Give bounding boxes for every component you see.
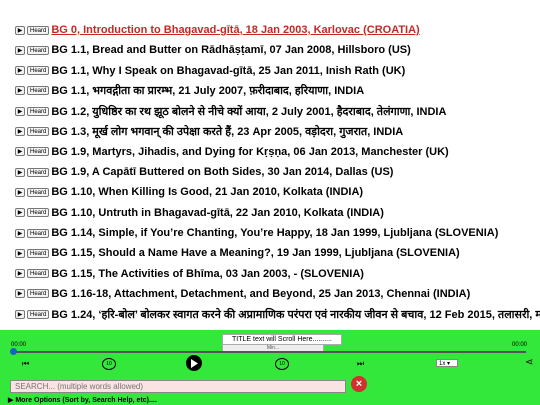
skip-previous-icon[interactable]: ⏮	[22, 359, 29, 369]
list-item: ▶ Heard BG 1.1, भगवद्गीता का प्रारम्भ, 21 …	[15, 83, 364, 99]
lecture-title[interactable]: BG 1.10, Untruth in Bhagavad-gītā, 22 Ja…	[51, 207, 384, 219]
heard-button[interactable]: Heard	[27, 309, 50, 319]
play-icon[interactable]: ▶	[15, 167, 25, 177]
play-icon[interactable]: ▶	[15, 25, 25, 35]
lecture-title[interactable]: BG 1.1, Why I Speak on Bhagavad-gītā, 25…	[51, 65, 405, 77]
list-item: ▶ Heard BG 1.15, Should a Name Have a Mean…	[15, 245, 460, 261]
list-item: ▶ Heard BG 1.2, युधिष्ठिर का रथ झूठ बोलने …	[15, 103, 446, 119]
heard-button[interactable]: Heard	[27, 147, 50, 157]
lecture-title[interactable]: BG 1.10, When Killing Is Good, 21 Jan 20…	[51, 186, 363, 198]
lecture-title[interactable]: BG 1.1, Bread and Butter on Rādhāṣṭamī, …	[51, 44, 410, 56]
clear-search-button[interactable]: ×	[351, 376, 367, 392]
heard-button[interactable]: Heard	[27, 86, 50, 96]
list-item: ▶ Heard BG 1.1, Bread and Butter on Rādhāṣ…	[15, 42, 411, 58]
heard-button[interactable]: Heard	[27, 127, 50, 136]
play-icon[interactable]: ▶	[15, 106, 25, 116]
heard-button[interactable]: Heard	[27, 228, 50, 238]
list-item: ▶ Heard BG 1.9, A Capātī Buttered on Both …	[15, 164, 393, 180]
lecture-title[interactable]: BG 1.16-18, Attachment, Detachment, and …	[51, 288, 470, 300]
list-item: ▶ Heard BG 0, Introduction to Bhagavad-gīt…	[15, 22, 420, 38]
list-item: ▶ Heard BG 1.14, Simple, if You’re Chantin…	[15, 225, 498, 241]
heard-button[interactable]: Heard	[27, 106, 50, 116]
play-icon[interactable]: ▶	[15, 248, 25, 258]
heard-button[interactable]: Heard	[27, 66, 50, 76]
audio-player: TITLE text will Scroll Here.......... Mi…	[0, 330, 540, 405]
list-item: ▶ Heard BG 1.10, Untruth in Bhagavad-gītā,…	[15, 205, 384, 221]
lecture-title[interactable]: BG 0, Introduction to Bhagavad-gītā, 18 …	[51, 24, 419, 36]
share-icon[interactable]: ⋖	[525, 357, 533, 368]
rewind-10-icon[interactable]: 10	[102, 358, 116, 370]
play-icon[interactable]	[186, 355, 202, 371]
list-item: ▶ Heard BG 1.1, Why I Speak on Bhagavad-gī…	[15, 63, 405, 79]
heard-button[interactable]: Heard	[27, 187, 50, 197]
list-item: ▶ Heard BG 1.24, ‘हरि-बोल’ बोलकर स्वागत कर…	[15, 306, 540, 322]
progress-track[interactable]	[14, 351, 526, 353]
list-item: ▶ Heard BG 1.15, The Activities of Bhīma, …	[15, 266, 364, 282]
heard-button[interactable]: Heard	[27, 289, 50, 299]
close-icon: ×	[355, 378, 363, 390]
play-icon[interactable]: ▶	[15, 187, 25, 197]
play-icon[interactable]: ▶	[15, 66, 25, 76]
heard-button[interactable]: Heard	[27, 208, 50, 218]
lecture-title[interactable]: BG 1.1, भगवद्गीता का प्रारम्भ, 21 July 2…	[51, 83, 364, 98]
play-icon[interactable]: ▶	[15, 289, 25, 299]
heard-button[interactable]: Heard	[27, 25, 50, 35]
play-icon[interactable]: ▶	[15, 269, 25, 279]
lecture-title[interactable]: BG 1.9, A Capātī Buttered on Both Sides,…	[51, 166, 393, 178]
total-time: 00:00	[512, 342, 528, 348]
play-icon[interactable]: ▶	[15, 147, 25, 157]
heard-button[interactable]: Heard	[27, 269, 50, 279]
heard-button[interactable]: Heard	[27, 167, 50, 177]
forward-10-icon[interactable]: 10	[275, 358, 289, 370]
play-icon[interactable]: ▶	[15, 208, 25, 218]
play-icon[interactable]: ▶	[15, 228, 25, 238]
lecture-title[interactable]: BG 1.15, The Activities of Bhīma, 03 Jan…	[51, 268, 364, 280]
speed-select[interactable]: 1x ▾	[436, 359, 458, 367]
lecture-title[interactable]: BG 1.9, Martyrs, Jihadis, and Dying for …	[51, 146, 448, 158]
list-item: ▶ Heard BG 1.9, Martyrs, Jihadis, and Dyin…	[15, 144, 449, 160]
list-item: ▶ Heard BG 1.16-18, Attachment, Detachment…	[15, 286, 470, 302]
play-icon[interactable]: ▶	[15, 45, 25, 55]
lecture-title[interactable]: BG 1.2, युधिष्ठिर का रथ झूठ बोलने से नीच…	[51, 104, 446, 119]
skip-next-icon[interactable]: ⏭	[357, 359, 364, 369]
list-item: ▶ Heard BG 1.3, मूर्ख लोग भगवान् की उपेक्ष…	[15, 124, 403, 140]
search-input[interactable]	[10, 380, 346, 393]
heard-button[interactable]: Heard	[27, 248, 50, 258]
lecture-title[interactable]: BG 1.15, Should a Name Have a Meaning?, …	[51, 247, 459, 259]
lecture-title[interactable]: BG 1.3, मूर्ख लोग भगवान् की उपेक्षा करते…	[51, 124, 403, 139]
play-icon[interactable]: ▶	[15, 309, 25, 319]
list-item: ▶ Heard BG 1.10, When Killing Is Good, 21 …	[15, 184, 363, 200]
progress-knob[interactable]	[10, 348, 17, 355]
play-icon[interactable]: ▶	[15, 86, 25, 96]
lecture-list: ▶ Heard BG 0, Introduction to Bhagavad-gīt…	[0, 0, 540, 330]
play-icon[interactable]: ▶	[15, 127, 25, 136]
more-options-toggle[interactable]: ▶ More Options (Sort by, Search Help, et…	[8, 396, 157, 404]
lecture-title[interactable]: BG 1.14, Simple, if You’re Chanting, You…	[51, 227, 498, 239]
heard-button[interactable]: Heard	[27, 45, 50, 55]
lecture-title[interactable]: BG 1.24, ‘हरि-बोल’ बोलकर स्वागत करने की …	[51, 307, 540, 322]
